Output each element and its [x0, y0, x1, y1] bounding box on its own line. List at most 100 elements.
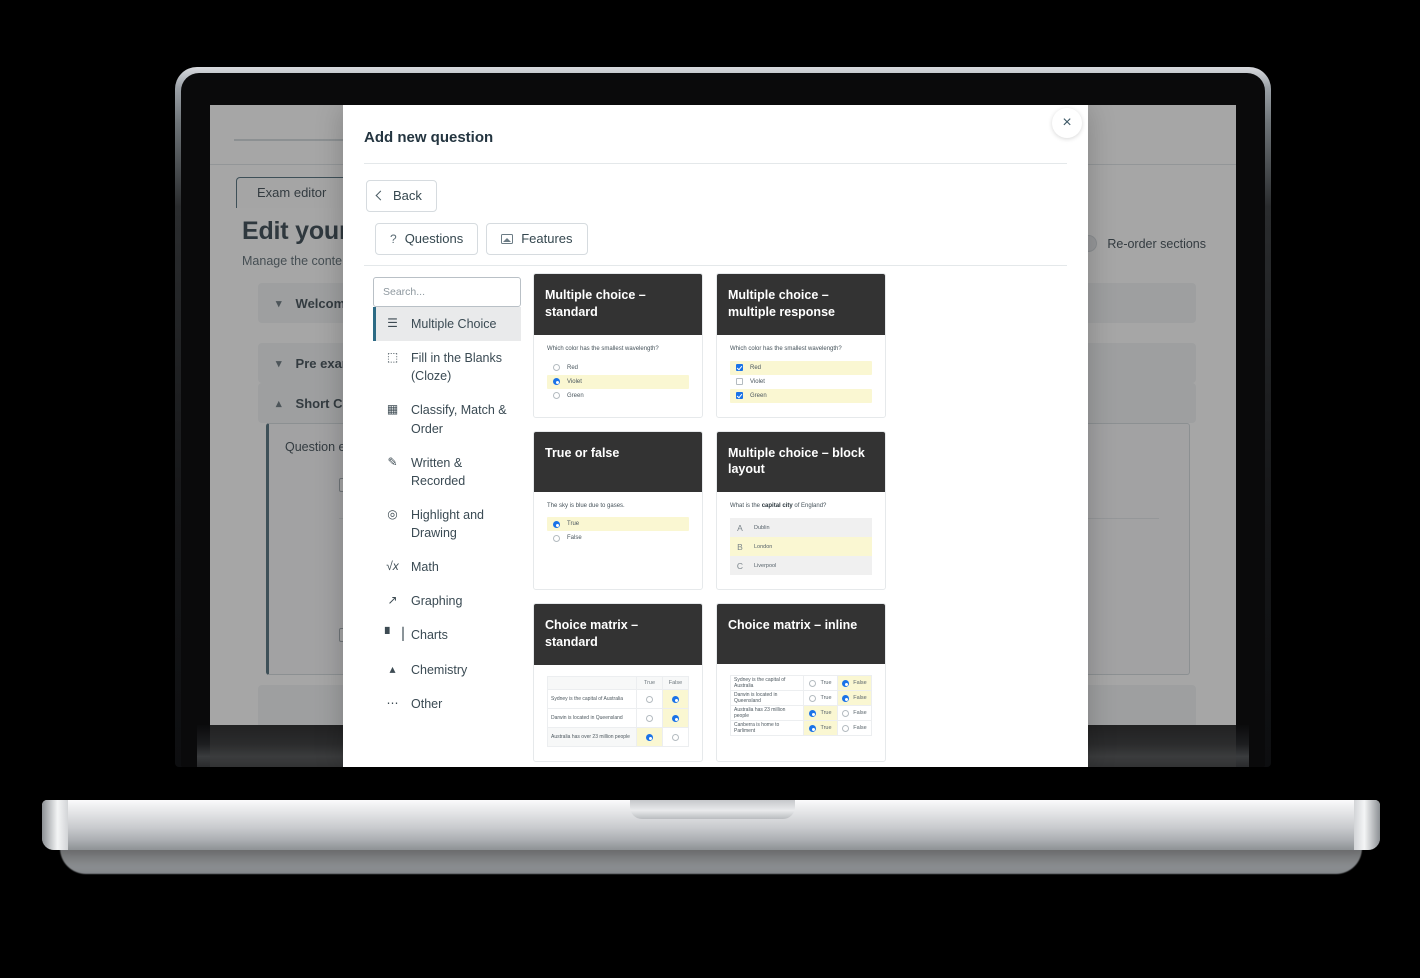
sidebar-item-label: Fill in the Blanks (Cloze)	[411, 351, 503, 384]
matrix-row: Sydney is the capital of Australia	[547, 688, 689, 709]
cell-label: True	[820, 710, 832, 717]
sidebar-item-highlight-drawing[interactable]: ◎ Highlight and Drawing	[373, 498, 521, 550]
matrix-cell: False	[837, 720, 872, 737]
preview-option: True	[547, 517, 689, 532]
image-icon	[501, 233, 514, 244]
option-label: Red	[567, 364, 579, 371]
preview-option: Green	[730, 388, 872, 403]
matrix-cell	[636, 707, 663, 728]
radio-icon	[842, 679, 850, 687]
card-title: Multiple choice – block layout	[717, 431, 885, 493]
matrix-row-label: Canberra is home to Parliment	[730, 720, 804, 737]
question-type-sidebar: ☰ Multiple Choice ⬚ Fill in the Blanks (…	[373, 277, 521, 721]
preview-question: Which color has the smallest wavelength?	[547, 345, 659, 352]
matrix-row-label: Sydney is the capital of Australia	[547, 688, 637, 709]
sidebar-item-fill-in-the-blanks[interactable]: ⬚ Fill in the Blanks (Cloze)	[373, 341, 521, 393]
cell-label: False	[853, 710, 867, 717]
radio-icon	[553, 534, 560, 542]
sidebar-item-chemistry[interactable]: ▴ Chemistry	[373, 653, 521, 687]
add-new-question-modal: Add new question × Back ? Questions Feat…	[343, 105, 1088, 767]
sidebar-item-math[interactable]: √x Math	[373, 550, 521, 584]
card-preview: Which color has the smallest wavelength?…	[717, 335, 885, 417]
matrix-cell	[662, 707, 689, 728]
sidebar-item-classify-match-order[interactable]: ▦ Classify, Match & Order	[373, 393, 521, 445]
radio-icon	[646, 714, 653, 722]
back-button[interactable]: Back	[366, 180, 437, 212]
card-preview: What is the capital city of England? A D…	[717, 492, 885, 589]
option-label: Dublin	[754, 524, 770, 531]
sidebar-item-other[interactable]: ⋯ Other	[373, 687, 521, 721]
card-preview: Sydney is the capital of Australia True …	[717, 664, 885, 750]
option-label: Green	[567, 392, 584, 399]
question-mark-icon: ?	[390, 231, 397, 246]
search-input[interactable]	[373, 277, 521, 307]
radio-icon	[842, 724, 850, 732]
matrix-row: Darwin is located in Queensland	[547, 707, 689, 728]
sidebar-item-label: Multiple Choice	[411, 317, 497, 331]
cell-label: True	[820, 680, 832, 687]
matrix-row-label: Darwin is located in Queensland	[547, 707, 637, 728]
tab-questions-label: Questions	[404, 231, 464, 246]
tab-questions[interactable]: ? Questions	[375, 223, 479, 255]
preview-option: C Liverpool	[730, 556, 872, 576]
matrix-cell: True	[803, 690, 838, 707]
close-icon[interactable]: ×	[1052, 108, 1082, 138]
card-multiple-choice-multiple-response[interactable]: Multiple choice – multiple response Whic…	[716, 273, 886, 418]
matrix-row-label: Darwin is located in Queensland	[730, 690, 804, 707]
sidebar-item-graphing[interactable]: ↗ Graphing	[373, 584, 521, 618]
matrix-inline-table: Sydney is the capital of Australia True …	[730, 675, 872, 737]
laptop-base-lip	[60, 848, 1362, 874]
card-title: True or false	[534, 431, 702, 492]
card-multiple-choice-standard[interactable]: Multiple choice – standard Which color h…	[533, 273, 703, 418]
card-choice-matrix-standard[interactable]: Choice matrix – standard True False Sydn…	[533, 603, 703, 762]
option-letter: C	[736, 560, 744, 571]
laptop-base-edge-left	[42, 800, 68, 850]
sidebar-item-label: Classify, Match & Order	[411, 403, 507, 436]
checkbox-icon	[736, 364, 743, 372]
matrix-cell: True	[803, 705, 838, 722]
checkbox-icon	[736, 392, 743, 400]
radio-icon	[842, 709, 850, 717]
sidebar-item-multiple-choice[interactable]: ☰ Multiple Choice	[373, 307, 521, 342]
option-label: True	[567, 521, 580, 528]
laptop-base-notch	[630, 800, 795, 819]
card-title: Choice matrix – standard	[534, 604, 702, 665]
preview-option: A Dublin	[730, 518, 872, 538]
radio-icon	[646, 733, 653, 741]
preview-option: Violet	[547, 374, 689, 389]
option-label: Red	[750, 364, 762, 371]
radio-icon	[842, 694, 850, 702]
back-button-label: Back	[393, 188, 422, 203]
card-title: Multiple choice – standard	[534, 274, 702, 335]
card-multiple-choice-block-layout[interactable]: Multiple choice – block layout What is t…	[716, 430, 886, 591]
pencil-icon: ✎	[387, 454, 398, 469]
preview-question: The sky is blue due to gases.	[547, 502, 625, 509]
tab-features[interactable]: Features	[486, 223, 588, 255]
sidebar-item-charts[interactable]: ▘▕ Charts	[373, 618, 521, 652]
radio-icon	[553, 364, 560, 372]
bar-chart-icon: ▘▕	[385, 627, 404, 642]
card-true-or-false[interactable]: True or false The sky is blue due to gas…	[533, 430, 703, 591]
preview-option: Red	[730, 360, 872, 375]
matrix-cell: False	[837, 675, 872, 692]
cell-label: False	[853, 680, 867, 687]
radio-icon	[553, 378, 560, 386]
laptop-screen: Exam editor Edit your exam Manage the co…	[210, 105, 1236, 767]
chevron-left-icon	[375, 190, 386, 201]
card-preview: Which color has the smallest wavelength?…	[534, 335, 702, 417]
option-label: Green	[750, 392, 767, 399]
modal-divider-top	[364, 163, 1067, 164]
preview-option: B London	[730, 537, 872, 557]
grid-icon: ▦	[386, 402, 399, 417]
matrix-column-header: True	[636, 675, 663, 690]
radio-icon	[646, 695, 653, 703]
option-label: Liverpool	[754, 562, 777, 569]
preview-question: Which color has the smallest wavelength?	[730, 345, 842, 352]
matrix-cell: False	[837, 705, 872, 722]
sidebar-item-written-recorded[interactable]: ✎ Written & Recorded	[373, 446, 521, 498]
question-part: What is the	[730, 503, 762, 510]
card-choice-matrix-inline[interactable]: Choice matrix – inline Sydney is the cap…	[716, 603, 886, 762]
matrix-cell: True	[803, 675, 838, 692]
line-chart-icon: ↗	[387, 593, 398, 608]
dashed-box-icon: ⬚	[386, 350, 399, 365]
